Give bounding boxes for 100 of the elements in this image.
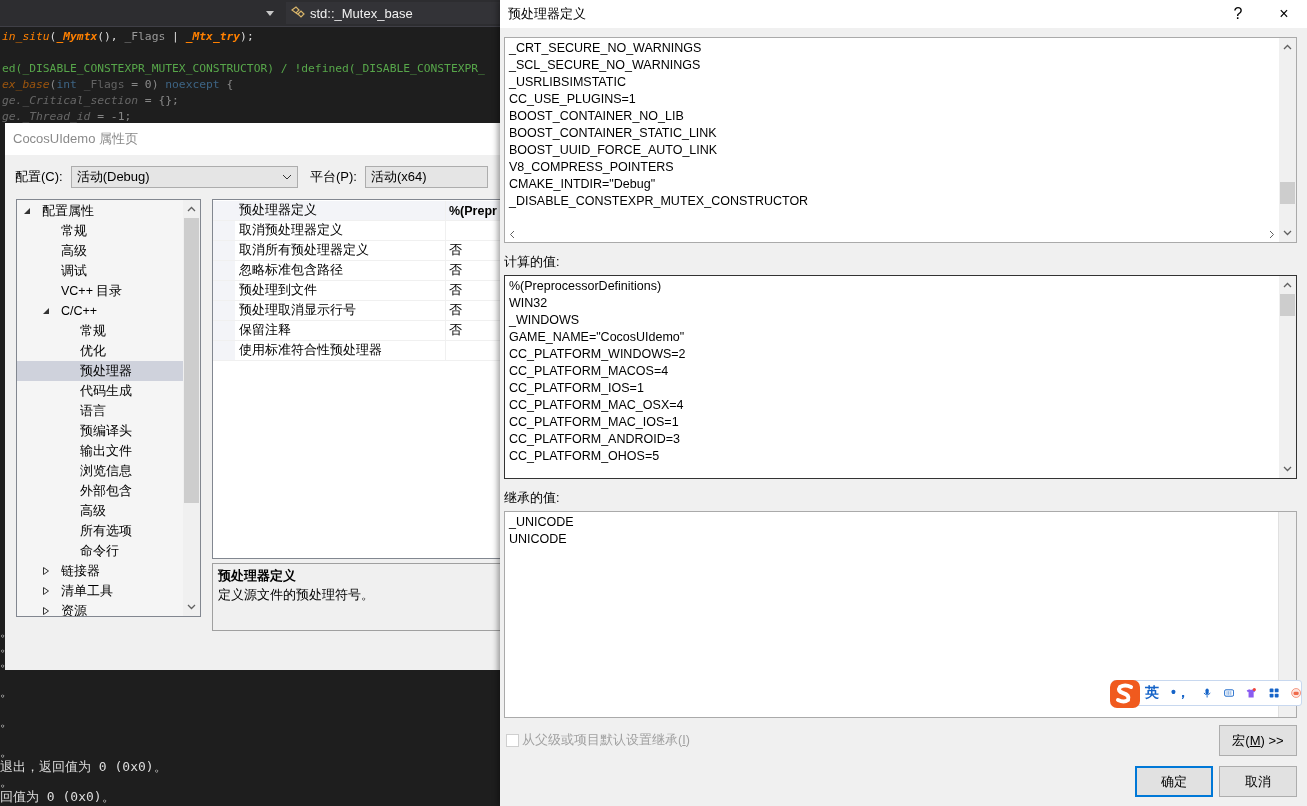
output-line: 。 — [0, 774, 13, 789]
symbol-dropdown[interactable]: std::_Mutex_base — [286, 2, 500, 24]
tree-item[interactable]: VC++ 目录 — [17, 281, 183, 301]
definition-line: BOOST_CONTAINER_NO_LIB — [509, 108, 685, 125]
scroll-right-icon[interactable] — [1269, 229, 1275, 239]
tree-scrollbar[interactable] — [183, 200, 200, 616]
close-button[interactable]: × — [1261, 0, 1307, 28]
property-name: 取消所有预处理器定义 — [235, 241, 446, 260]
tree-item[interactable]: 资源 — [17, 601, 183, 616]
inherited-line: _UNICODE — [509, 514, 575, 531]
definition-line: _SCL_SECURE_NO_WARNINGS — [509, 57, 702, 74]
computed-line: %(PreprocessorDefinitions) — [509, 278, 663, 295]
cancel-button[interactable]: 取消 — [1219, 766, 1297, 797]
platform-label: 平台(P): — [309, 168, 357, 186]
tree-item[interactable]: 代码生成 — [17, 381, 183, 401]
ime-mode[interactable]: 英 — [1145, 684, 1159, 702]
definition-line: BOOST_CONTAINER_STATIC_LINK — [509, 125, 718, 142]
scroll-up-icon[interactable] — [1283, 282, 1292, 288]
property-name: 预处理器定义 — [235, 201, 446, 220]
tree-item[interactable]: 所有选项 — [17, 521, 183, 541]
ime-punctuation[interactable]: •， — [1171, 684, 1190, 702]
property-row[interactable]: 预处理器定义 %(Prepr — [213, 201, 500, 221]
tree-item[interactable]: 高级 — [17, 501, 183, 521]
definitions-scrollbar[interactable] — [1279, 38, 1296, 242]
collapsed-icon[interactable] — [42, 587, 50, 595]
collapsed-icon[interactable] — [42, 567, 50, 575]
output-line: 。 — [0, 743, 14, 759]
scroll-down-icon[interactable] — [187, 604, 196, 610]
property-row[interactable]: 取消所有预处理器定义 否 — [213, 241, 500, 261]
scroll-thumb[interactable] — [1280, 182, 1295, 204]
tree-item[interactable]: 常规 — [17, 321, 183, 341]
scroll-down-icon[interactable] — [1283, 466, 1292, 472]
property-row[interactable]: 使用标准符合性预处理器 — [213, 341, 500, 361]
property-value: 否 — [448, 262, 463, 279]
computed-line: CC_PLATFORM_MAC_IOS=1 — [509, 414, 680, 431]
tree-item[interactable]: 调试 — [17, 261, 183, 281]
property-row[interactable]: 忽略标准包含路径 否 — [213, 261, 500, 281]
code-line: ge._Critical_section = {}; — [1, 93, 180, 109]
tree-item[interactable]: 常规 — [17, 221, 183, 241]
property-row[interactable]: 取消预处理器定义 — [213, 221, 500, 241]
computed-label: 计算的值: — [504, 254, 561, 271]
output-line: 。 — [0, 624, 14, 639]
platform-select[interactable]: 活动(x64) — [364, 166, 488, 188]
scroll-thumb[interactable] — [184, 218, 199, 503]
scroll-left-icon[interactable] — [509, 229, 515, 239]
dropdown-caret-icon[interactable] — [266, 10, 274, 16]
code-line: ex_base(int _Flags = 0) noexcept { — [1, 77, 235, 93]
expanded-icon[interactable] — [23, 207, 31, 215]
tree-item[interactable]: 优化 — [17, 341, 183, 361]
property-value: 否 — [448, 302, 463, 319]
description-text: 定义源文件的预处理符号。 — [218, 587, 375, 604]
scroll-thumb[interactable] — [1280, 294, 1295, 316]
scroll-up-icon[interactable] — [1283, 44, 1292, 50]
tree-item[interactable]: 输出文件 — [17, 441, 183, 461]
definition-line: _CRT_SECURE_NO_WARNINGS — [509, 40, 703, 57]
definition-line: CMAKE_INTDIR="Debug" — [509, 176, 657, 193]
definitions-field[interactable] — [504, 37, 1297, 243]
output-line: 。 — [0, 713, 14, 729]
computed-line: GAME_NAME="CocosUIdemo" — [509, 329, 686, 346]
inherited-label: 继承的值: — [504, 490, 561, 507]
computed-line: CC_PLATFORM_ANDROID=3 — [509, 431, 681, 448]
computed-scrollbar[interactable] — [1279, 276, 1296, 478]
property-row[interactable]: 预处理到文件 否 — [213, 281, 500, 301]
property-row[interactable]: 保留注释 否 — [213, 321, 500, 341]
property-value: 否 — [448, 322, 463, 339]
scroll-up-icon[interactable] — [187, 206, 196, 212]
tree-item[interactable]: 预处理器 — [17, 361, 183, 381]
tree-item[interactable]: 预编译头 — [17, 421, 183, 441]
property-name: 预处理到文件 — [235, 281, 446, 300]
computed-line: _WINDOWS — [509, 312, 581, 329]
computed-field[interactable] — [504, 275, 1297, 479]
config-select[interactable]: 活动(Debug) — [70, 166, 298, 188]
class-icon — [290, 6, 306, 20]
macro-button[interactable]: 宏(M) >> — [1219, 725, 1297, 756]
definition-line: CC_USE_PLUGINS=1 — [509, 91, 637, 108]
tree-item[interactable]: 浏览信息 — [17, 461, 183, 481]
tree-item[interactable]: 外部包含 — [17, 481, 183, 501]
config-label: 配置(C): — [15, 168, 63, 186]
collapsed-icon[interactable] — [42, 607, 50, 615]
computed-line: WIN32 — [509, 295, 549, 312]
tree-item[interactable]: 配置属性 — [17, 201, 183, 221]
ok-button[interactable]: 确定 — [1135, 766, 1213, 797]
tree-item[interactable]: 语言 — [17, 401, 183, 421]
tree-item[interactable]: 清单工具 — [17, 581, 183, 601]
definition-line: _USRLIBSIMSTATIC — [509, 74, 627, 91]
computed-line: CC_PLATFORM_OHOS=5 — [509, 448, 661, 465]
tree-item[interactable]: 高级 — [17, 241, 183, 261]
property-value: 否 — [448, 242, 463, 259]
property-row[interactable]: 预处理取消显示行号 否 — [213, 301, 500, 321]
tree-item[interactable]: C/C++ — [17, 301, 183, 321]
tree-item[interactable]: 链接器 — [17, 561, 183, 581]
avatar-icon[interactable] — [1290, 685, 1301, 701]
computed-line: CC_PLATFORM_MAC_OSX=4 — [509, 397, 685, 414]
help-button[interactable]: ? — [1215, 0, 1261, 28]
inherit-label: 从父级或项目默认设置继承(I) — [522, 732, 690, 749]
tree-item[interactable]: 命令行 — [17, 541, 183, 561]
ime-logo-icon[interactable] — [1109, 679, 1141, 709]
chevron-down-icon — [281, 174, 292, 180]
expanded-icon[interactable] — [42, 307, 50, 315]
scroll-down-icon[interactable] — [1283, 230, 1292, 236]
